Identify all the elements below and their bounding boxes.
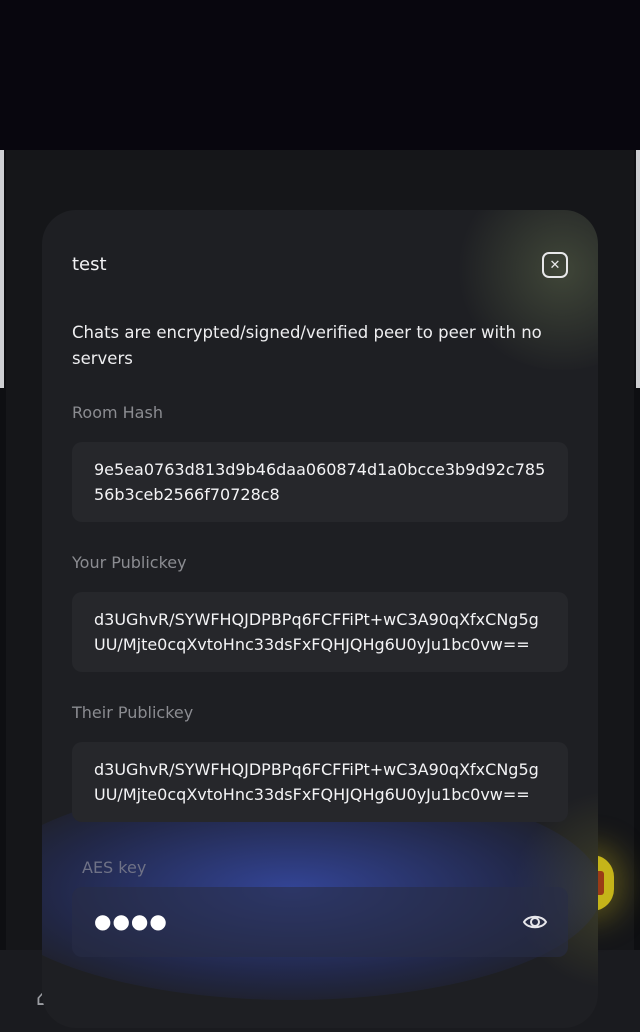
aes-key-masked-value: ●●●●	[94, 909, 168, 933]
aes-key-field[interactable]: ●●●●	[72, 887, 568, 957]
aes-key-label: AES key	[82, 858, 147, 877]
their-publickey-label: Their Publickey	[72, 703, 194, 722]
your-publickey-field[interactable]: d3UGhvR/SYWFHQJDPBPq6FCFFiPt+wC3A90qXfxC…	[72, 592, 568, 672]
top-bar	[0, 0, 640, 150]
modal-title: test	[72, 254, 107, 275]
right-scrollbar[interactable]	[636, 150, 640, 388]
room-hash-label: Room Hash	[72, 403, 163, 422]
modal-description: Chats are encrypted/signed/verified peer…	[72, 323, 542, 368]
their-publickey-field[interactable]: d3UGhvR/SYWFHQJDPBPq6FCFFiPt+wC3A90qXfxC…	[72, 742, 568, 822]
room-hash-field[interactable]: 9e5ea0763d813d9b46daa060874d1a0bcce3b9d9…	[72, 442, 568, 522]
your-publickey-label: Your Publickey	[72, 553, 187, 572]
left-scrollbar[interactable]	[0, 150, 4, 388]
close-button[interactable]: ✕	[542, 252, 568, 278]
room-info-modal: test ✕ Chats are encrypted/signed/verifi…	[42, 210, 598, 1028]
close-icon: ✕	[549, 257, 561, 273]
eye-icon[interactable]	[522, 909, 548, 935]
